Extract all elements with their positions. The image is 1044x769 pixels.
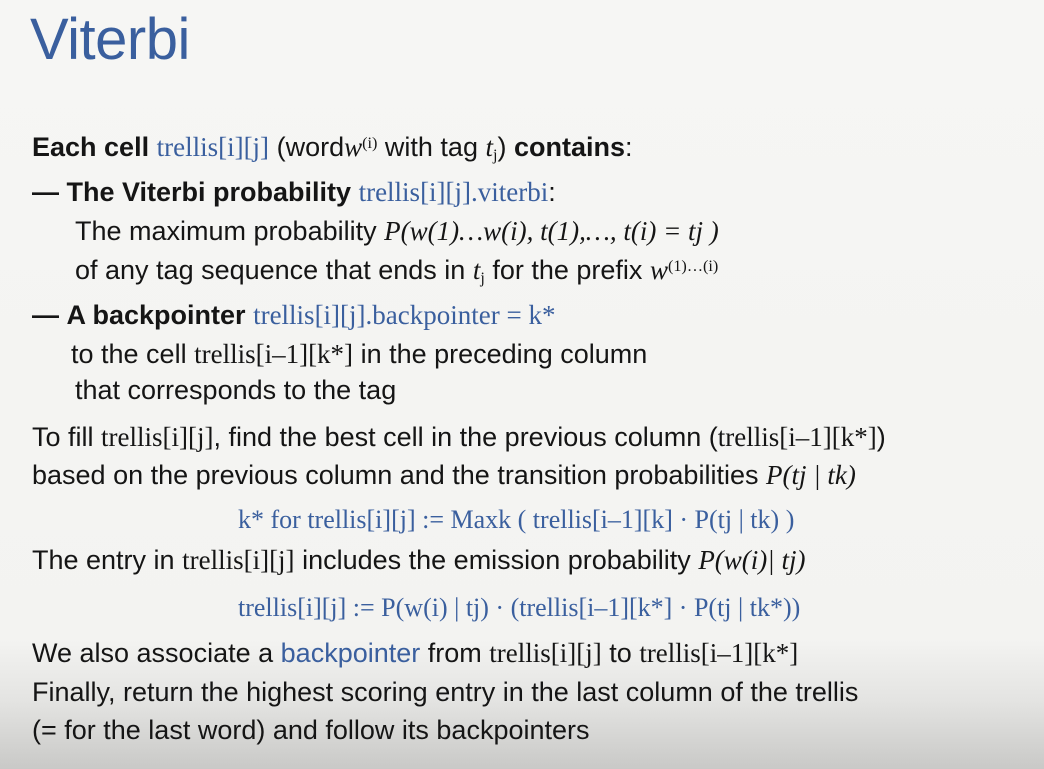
trellis-update-formula-text: trellis[i][j] := P(w(i) | tj) · (trellis… bbox=[238, 593, 801, 622]
emission-text: includes the emission probability bbox=[302, 545, 691, 575]
contains-label: contains bbox=[514, 132, 626, 162]
viterbi-probability-heading: The Viterbi probability bbox=[66, 177, 352, 207]
associate-backpointer-line: We also associate a backpointer from tre… bbox=[32, 636, 798, 670]
find-best-cell-text: , find the best cell in the previous col… bbox=[213, 422, 718, 452]
tag-subscript: j bbox=[493, 146, 498, 165]
previous-cell-ref: trellis[i–1][k*] bbox=[639, 638, 799, 668]
last-word-line: (= for the last word) and follow its bac… bbox=[32, 713, 590, 747]
to-fill-text: To fill bbox=[32, 422, 94, 452]
kstar-formula-text: k* for trellis[i][j] := Maxk ( trellis[i… bbox=[238, 505, 795, 534]
prefix-text: for the prefix bbox=[492, 255, 643, 285]
max-probability-text: The maximum probability bbox=[75, 216, 377, 246]
fill-instruction-line: To fill trellis[i][j], find the best cel… bbox=[32, 420, 886, 454]
backpointer-term: backpointer bbox=[280, 638, 421, 668]
kstar-formula: k* for trellis[i][j] := Maxk ( trellis[i… bbox=[238, 503, 794, 537]
cell-definition-line: Each cell trellis[i][j] (wordw(i) with t… bbox=[32, 130, 633, 164]
colon: : bbox=[548, 177, 556, 207]
trellis-update-formula: trellis[i][j] := P(w(i) | tj) · (trellis… bbox=[238, 591, 800, 625]
tag-subscript: j bbox=[480, 269, 485, 288]
corresponds-line: that corresponds to the tag bbox=[75, 373, 396, 407]
backpointer-heading: A backpointer bbox=[66, 300, 246, 330]
slide-title: Viterbi bbox=[30, 7, 190, 72]
backpointer-field-ref: trellis[i][j].backpointer = k* bbox=[253, 300, 556, 330]
previous-cell-ref: trellis[i–1][k*] bbox=[194, 339, 354, 369]
transition-line: based on the previous column and the tra… bbox=[32, 458, 856, 492]
to-the-cell-text: to the cell bbox=[71, 339, 187, 369]
from-text: from bbox=[427, 638, 482, 668]
finally-text: Finally, return the highest scoring entr… bbox=[32, 677, 859, 707]
word-label: (word bbox=[276, 132, 345, 162]
bullet-dash: — bbox=[32, 300, 59, 330]
tag-sequence-text: of any tag sequence that ends in bbox=[75, 255, 466, 285]
trellis-cell-ref: trellis[i][j] bbox=[101, 422, 214, 452]
bullet-dash: — bbox=[32, 177, 59, 207]
associate-text: We also associate a bbox=[32, 638, 274, 668]
with-tag-label: with tag bbox=[384, 132, 478, 162]
tag-symbol: t bbox=[485, 132, 493, 162]
viterbi-field-ref: trellis[i][j].viterbi bbox=[358, 177, 549, 207]
prefix-superscript: (1)…(i) bbox=[667, 256, 719, 275]
preceding-column-text: in the preceding column bbox=[360, 339, 648, 369]
viterbi-probability-bullet: — The Viterbi probability trellis[i][j].… bbox=[32, 175, 556, 209]
previous-cell-ref: trellis[i–1][k*] bbox=[717, 422, 877, 452]
entry-in-text: The entry in bbox=[32, 545, 175, 575]
finally-line: Finally, return the highest scoring entr… bbox=[32, 675, 858, 709]
emission-line: The entry in trellis[i][j] includes the … bbox=[32, 543, 805, 577]
close-paren: ) bbox=[876, 422, 886, 452]
trellis-cell-ref: trellis[i][j] bbox=[489, 638, 602, 668]
backpointer-bullet: — A backpointer trellis[i][j].backpointe… bbox=[32, 298, 555, 332]
trellis-cell-ref: trellis[i][j] bbox=[156, 132, 270, 162]
preceding-column-line: to the cell trellis[i–1][k*] in the prec… bbox=[71, 337, 647, 371]
transition-probability-formula: P(tj | tk) bbox=[765, 460, 856, 490]
trellis-cell-ref: trellis[i][j] bbox=[182, 545, 295, 575]
tag-sequence-line: of any tag sequence that ends in tj for … bbox=[75, 253, 718, 287]
word-symbol: w bbox=[649, 255, 668, 285]
transition-text: based on the previous column and the tra… bbox=[32, 460, 759, 490]
to-text: to bbox=[609, 638, 632, 668]
last-word-text: (= for the last word) and follow its bac… bbox=[32, 715, 590, 745]
close-paren: ) bbox=[497, 132, 507, 162]
max-probability-line: The maximum probability P(w(1)…w(i), t(1… bbox=[75, 214, 719, 248]
colon: : bbox=[625, 132, 633, 162]
joint-probability-formula: P(w(1)…w(i), t(1),…, t(i) = tj ) bbox=[384, 216, 719, 246]
corresponds-text: that corresponds to the tag bbox=[75, 375, 397, 405]
emission-probability-formula: P(w(i)| tj) bbox=[698, 545, 806, 575]
word-superscript: (i) bbox=[362, 133, 378, 152]
each-cell-label: Each cell bbox=[32, 132, 150, 162]
word-symbol: w bbox=[344, 132, 363, 162]
